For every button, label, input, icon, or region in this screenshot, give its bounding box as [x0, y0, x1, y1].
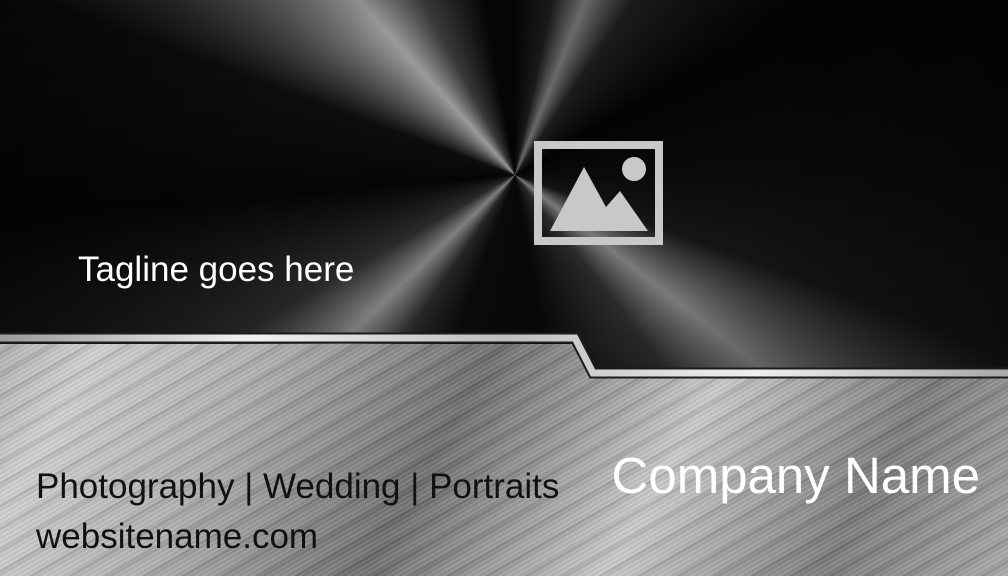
services-text: Photography | Wedding | Portraits [36, 467, 560, 506]
website-text: websitename.com [36, 517, 319, 556]
company-name: Company Name [611, 447, 980, 504]
business-card: Tagline goes here Photography | Wedding … [0, 0, 1008, 576]
tagline-text: Tagline goes here [78, 250, 355, 289]
image-placeholder-icon[interactable] [534, 141, 663, 245]
